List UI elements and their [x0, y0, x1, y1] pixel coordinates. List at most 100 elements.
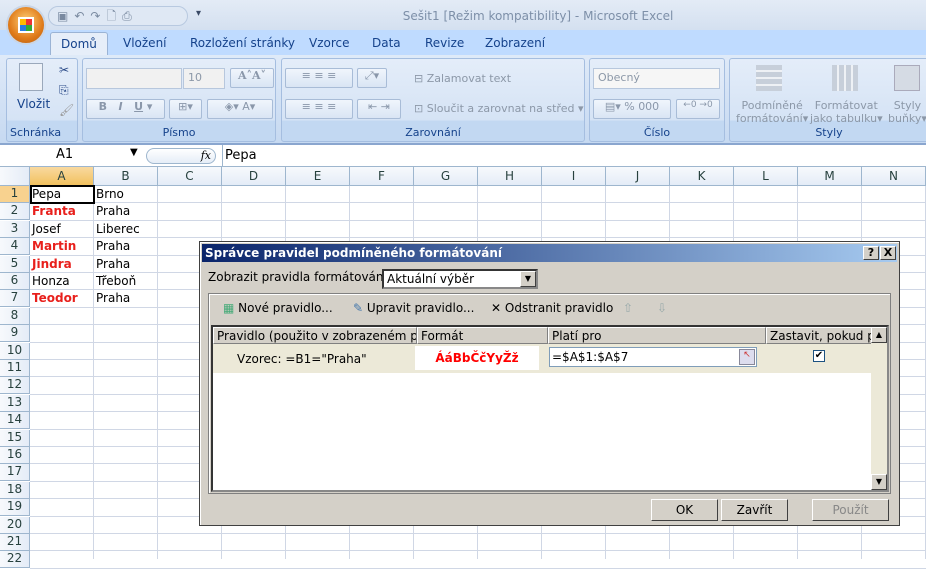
column-header-E[interactable]: E: [286, 167, 350, 186]
orientation-button[interactable]: ⤢▾: [357, 68, 387, 88]
cell-B7[interactable]: Praha: [94, 290, 158, 307]
cell-A2[interactable]: Franta: [30, 203, 94, 220]
grow-shrink-font-button[interactable]: A˄A˅: [230, 68, 274, 88]
row-header-19[interactable]: 19: [0, 499, 30, 517]
show-rules-for-select[interactable]: Aktuální výběr ▼: [382, 269, 538, 289]
column-header-I[interactable]: I: [542, 167, 606, 186]
tab-page-layout[interactable]: Rozložení stránky: [190, 36, 295, 50]
cell-B2[interactable]: Praha: [94, 203, 158, 220]
column-header-A[interactable]: A: [30, 167, 94, 186]
format-as-table-button[interactable]: Formátovat jako tabulku▾: [810, 99, 883, 125]
stop-if-true-checkbox[interactable]: ✔: [813, 350, 825, 362]
formula-input[interactable]: Pepa: [222, 145, 926, 167]
bold-button[interactable]: B: [99, 100, 107, 113]
row-header-9[interactable]: 9: [0, 325, 30, 343]
font-name-combo[interactable]: [86, 68, 182, 89]
cell-A6[interactable]: Honza: [30, 273, 94, 290]
row-header-21[interactable]: 21: [0, 534, 30, 551]
row-header-7[interactable]: 7: [0, 290, 30, 308]
row-header-8[interactable]: 8: [0, 307, 30, 325]
ok-button[interactable]: OK: [651, 499, 718, 521]
col-header-rule[interactable]: Pravidlo (použito v zobrazeném pořadí): [213, 327, 417, 344]
row-header-17[interactable]: 17: [0, 464, 30, 482]
row-header-4[interactable]: 4: [0, 238, 30, 256]
borders-button[interactable]: ⊞▾: [169, 99, 202, 119]
close-button[interactable]: X: [880, 246, 896, 260]
row-header-5[interactable]: 5: [0, 255, 30, 273]
tab-insert[interactable]: Vložení: [123, 36, 167, 50]
range-picker-icon[interactable]: ↖: [739, 349, 755, 365]
row-header-12[interactable]: 12: [0, 377, 30, 395]
column-header-D[interactable]: D: [222, 167, 286, 186]
cell-A7[interactable]: Teodor: [30, 290, 94, 307]
rule-row[interactable]: Vzorec: =B1="Praha" ÁáBbČčYyŽž =$A$1:$A$…: [213, 344, 873, 373]
cell-B3[interactable]: Liberec: [94, 221, 158, 238]
tab-data[interactable]: Data: [372, 36, 401, 50]
close-dialog-button[interactable]: Zavřít: [721, 499, 788, 521]
delete-rule-button[interactable]: ✕ Odstranit pravidlo: [491, 301, 613, 315]
row-header-18[interactable]: 18: [0, 481, 30, 499]
row-header-20[interactable]: 20: [0, 516, 30, 534]
paste-icon[interactable]: [19, 63, 43, 91]
indent-buttons[interactable]: ⇤ ⇥: [357, 99, 401, 119]
office-button[interactable]: [6, 5, 46, 45]
move-down-icon[interactable]: ⇩: [657, 301, 667, 315]
italic-button[interactable]: I: [119, 100, 123, 113]
cell-B6[interactable]: Třeboň: [94, 273, 158, 290]
column-header-L[interactable]: L: [734, 167, 798, 186]
scroll-up-icon[interactable]: ▲: [871, 327, 887, 343]
bold-italic-underline[interactable]: B I U ▾: [86, 99, 165, 119]
paste-button[interactable]: Vložit: [17, 97, 50, 111]
conditional-formatting-button[interactable]: Podmíněné formátování▾: [736, 99, 808, 125]
scrollbar[interactable]: ▲ ▼: [871, 327, 887, 490]
cell-B1[interactable]: Brno: [94, 186, 158, 203]
number-format-combo[interactable]: Obecný: [593, 68, 720, 89]
column-header-G[interactable]: G: [414, 167, 478, 186]
wrap-text-button[interactable]: ⊟ Zalamovat text: [414, 72, 511, 85]
cut-icon[interactable]: ✂: [59, 63, 69, 77]
apply-button[interactable]: Použít: [812, 499, 889, 521]
row-header-6[interactable]: 6: [0, 273, 30, 290]
tab-home[interactable]: Domů: [50, 32, 108, 56]
row-header-10[interactable]: 10: [0, 342, 30, 360]
col-header-format[interactable]: Formát: [417, 327, 548, 344]
format-painter-icon[interactable]: 🖌: [59, 103, 74, 117]
column-header-M[interactable]: M: [798, 167, 862, 186]
name-box-dropdown-icon[interactable]: ▼: [130, 147, 138, 158]
applies-to-input[interactable]: =$A$1:$A$7 ↖: [549, 347, 757, 367]
cell-B5[interactable]: Praha: [94, 256, 158, 273]
select-all-corner[interactable]: [0, 167, 30, 186]
chevron-down-icon[interactable]: ▼: [520, 271, 536, 287]
row-header-13[interactable]: 13: [0, 394, 30, 412]
tab-formulas[interactable]: Vzorce: [309, 36, 350, 50]
copy-icon[interactable]: ⎘: [59, 83, 69, 98]
column-header-J[interactable]: J: [606, 167, 670, 186]
tab-review[interactable]: Revize: [425, 36, 464, 50]
insert-function-button[interactable]: fx: [146, 148, 216, 164]
edit-rule-button[interactable]: ✎ Upravit pravidlo...: [353, 301, 474, 315]
cell-styles-button[interactable]: Styly buňky▾: [888, 99, 926, 125]
column-header-F[interactable]: F: [350, 167, 414, 186]
fill-font-color-button[interactable]: ◈▾ A▾: [207, 99, 273, 119]
underline-button[interactable]: U: [134, 100, 143, 113]
column-header-C[interactable]: C: [158, 167, 222, 186]
tab-view[interactable]: Zobrazení: [485, 36, 545, 50]
row-header-22[interactable]: 22: [0, 551, 30, 569]
column-header-B[interactable]: B: [94, 167, 158, 186]
name-box[interactable]: A1: [4, 147, 144, 165]
scroll-down-icon[interactable]: ▼: [871, 474, 887, 490]
column-header-N[interactable]: N: [862, 167, 926, 186]
row-header-3[interactable]: 3: [0, 220, 30, 238]
cell-B4[interactable]: Praha: [94, 238, 158, 255]
merge-center-button[interactable]: ⊡ Sloučit a zarovnat na střed ▾: [414, 102, 583, 115]
row-header-2[interactable]: 2: [0, 203, 30, 221]
row-header-15[interactable]: 15: [0, 429, 30, 447]
cell-A4[interactable]: Martin: [30, 238, 94, 255]
col-header-applies-to[interactable]: Platí pro: [548, 327, 766, 344]
row-header-16[interactable]: 16: [0, 447, 30, 464]
row-header-14[interactable]: 14: [0, 412, 30, 430]
help-button[interactable]: ?: [863, 246, 879, 260]
col-header-stop[interactable]: Zastavit, pokud platí: [766, 327, 874, 344]
currency-percent-thousands[interactable]: ▤▾ % 000: [593, 99, 671, 119]
vertical-align-buttons[interactable]: ≡ ≡ ≡: [285, 68, 353, 88]
